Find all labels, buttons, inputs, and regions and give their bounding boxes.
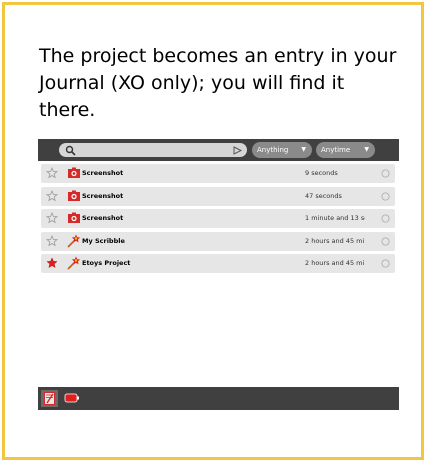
caption-text: The project becomes an entry in your Jou… xyxy=(39,45,397,121)
entry-title: Screenshot xyxy=(82,214,124,222)
star-filled-icon[interactable] xyxy=(46,257,58,269)
entry-date: 1 minute and 13 se xyxy=(305,214,365,222)
what-filter-combo[interactable]: Anything ▼ xyxy=(252,142,312,158)
entry-title: Screenshot xyxy=(82,169,124,177)
when-filter-combo[interactable]: Anytime ▼ xyxy=(316,142,375,158)
list-item[interactable]: Etoys Project 2 hours and 45 mi xyxy=(41,254,395,273)
slide-frame: The project becomes an entry in your Jou… xyxy=(2,2,424,460)
details-icon[interactable] xyxy=(381,169,390,178)
etoys-icon[interactable] xyxy=(67,234,81,248)
details-icon[interactable] xyxy=(381,237,390,246)
star-icon[interactable] xyxy=(46,167,58,179)
search-input[interactable] xyxy=(79,143,229,157)
screenshot-icon[interactable] xyxy=(67,189,81,203)
journal-screenshot: Anything ▼ Anytime ▼ Screenshot 9 second… xyxy=(38,139,399,410)
entry-title: Etoys Project xyxy=(82,259,131,267)
entry-date: 2 hours and 45 mi xyxy=(305,259,365,267)
journal-icon[interactable] xyxy=(41,390,58,407)
chevron-down-icon: ▼ xyxy=(364,146,369,153)
star-icon[interactable] xyxy=(46,189,58,202)
list-item[interactable]: Screenshot 1 minute and 13 se xyxy=(41,209,395,228)
search-icon xyxy=(65,145,76,156)
chevron-down-icon: ▼ xyxy=(301,146,306,153)
list-item[interactable]: Screenshot 9 seconds xyxy=(41,164,395,183)
etoys-icon[interactable] xyxy=(67,256,81,270)
clear-search-icon[interactable] xyxy=(232,145,243,156)
when-filter-label: Anytime xyxy=(321,146,351,154)
screenshot-icon[interactable] xyxy=(67,211,81,225)
battery-icon[interactable] xyxy=(64,393,80,403)
entry-date: 47 seconds xyxy=(305,191,342,200)
star-icon[interactable] xyxy=(46,234,58,247)
bottom-frame-bar xyxy=(38,387,399,410)
entry-date: 9 seconds xyxy=(305,169,338,177)
what-filter-label: Anything xyxy=(257,146,289,154)
list-item[interactable]: Screenshot 47 seconds xyxy=(41,186,395,206)
entry-title: My Scribble xyxy=(82,236,125,245)
details-icon[interactable] xyxy=(381,259,390,268)
search-field[interactable] xyxy=(59,143,247,157)
details-icon[interactable] xyxy=(381,214,390,223)
screenshot-icon[interactable] xyxy=(67,166,81,180)
list-item[interactable]: My Scribble 2 hours and 45 mi xyxy=(41,231,395,251)
journal-toolbar: Anything ▼ Anytime ▼ xyxy=(38,139,399,161)
entry-title: Screenshot xyxy=(82,191,124,200)
star-icon[interactable] xyxy=(46,212,58,224)
entry-date: 2 hours and 45 mi xyxy=(305,236,365,245)
details-icon[interactable] xyxy=(381,192,390,201)
entry-list: Screenshot 9 seconds Screenshot 47 secon… xyxy=(41,164,395,277)
